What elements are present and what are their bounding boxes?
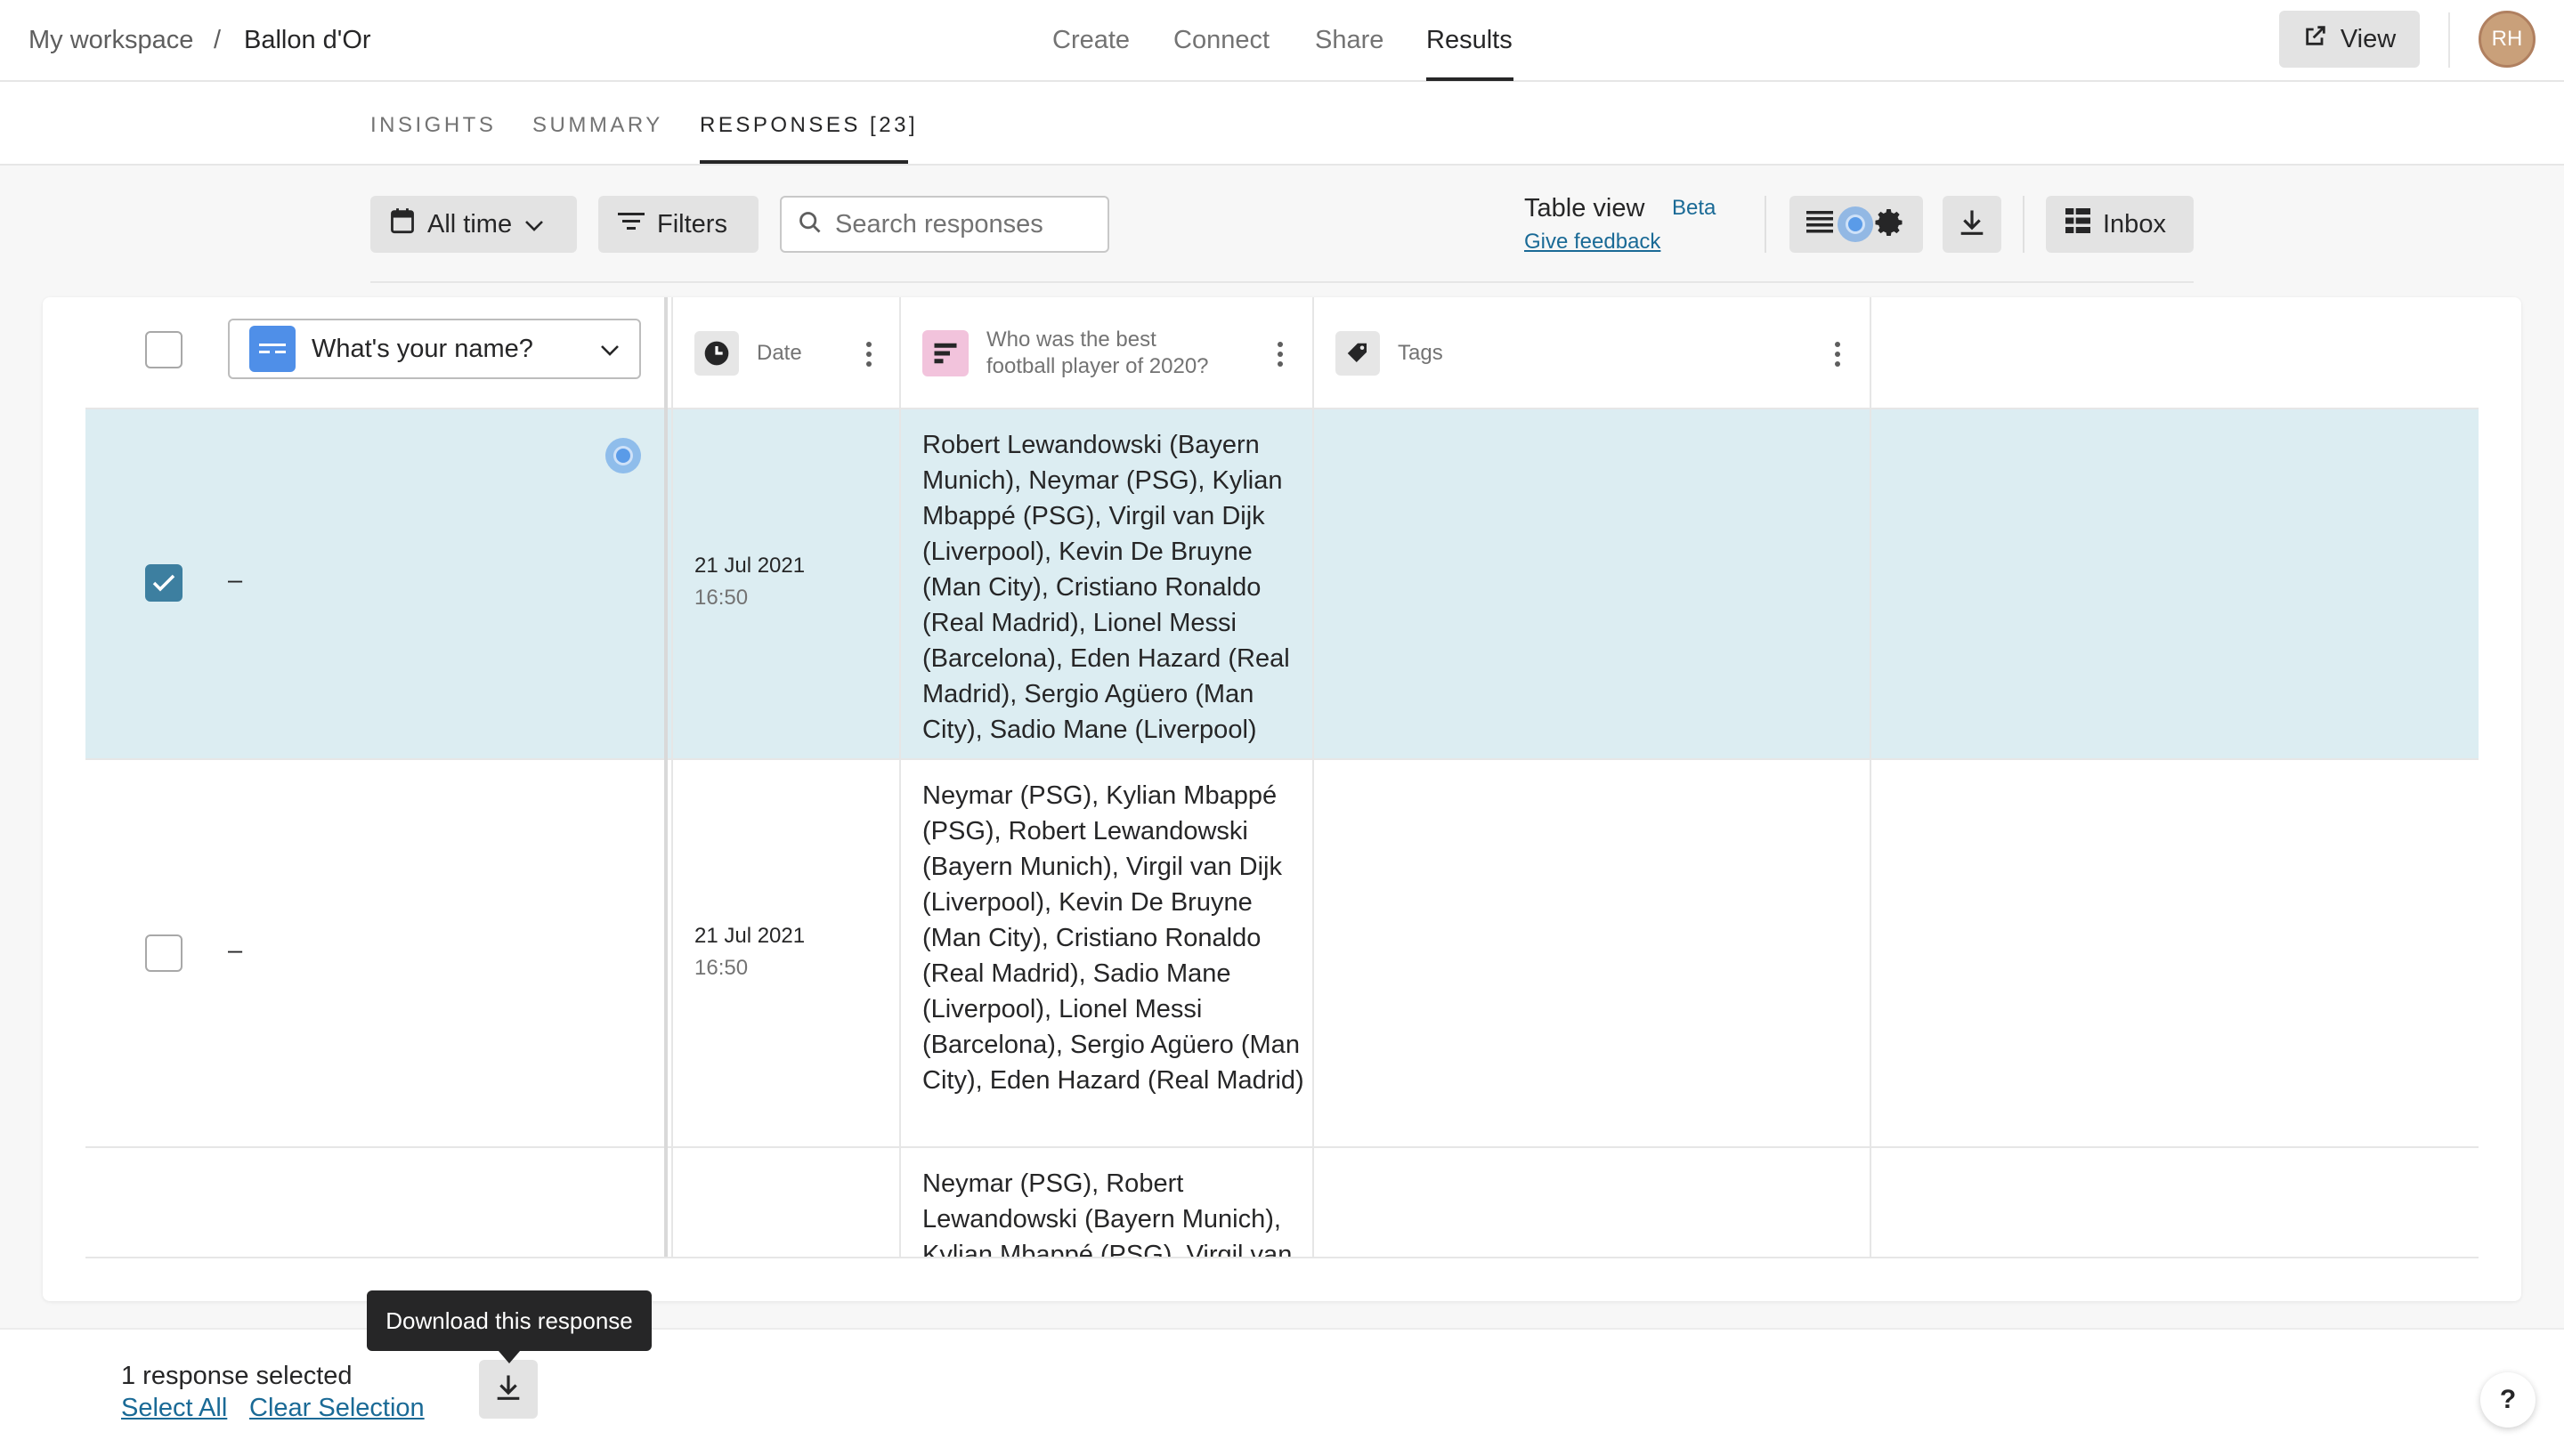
filter-icon	[618, 210, 645, 239]
response-date-day: 21 Jul 2021	[694, 554, 806, 578]
download-icon	[1959, 208, 1985, 241]
breadcrumb-form[interactable]: Ballon d'Or	[244, 25, 371, 55]
calendar-icon	[390, 207, 415, 241]
nav-results[interactable]: Results	[1426, 25, 1513, 55]
question-column-menu-icon[interactable]	[1277, 342, 1284, 370]
table-row[interactable]: – 21 Jul 2021 16:50 Robert Lewandowski (…	[85, 409, 2479, 760]
response-date: 21 Jul 2021 16:50	[694, 550, 805, 614]
respondent-name: –	[228, 566, 243, 595]
column-header-question[interactable]: Who was the best football player of 2020…	[922, 297, 1209, 409]
short-text-icon	[249, 326, 296, 372]
toolbar-divider-line	[370, 281, 2194, 283]
date-column-title: Date	[757, 341, 802, 365]
inbox-view-button[interactable]: Inbox	[2046, 196, 2194, 253]
question-column-title: Who was the best football player of 2020…	[986, 327, 1209, 380]
date-range-dropdown[interactable]: All time	[370, 196, 577, 253]
table-header: What's your name? Date Who was the best	[85, 297, 2479, 409]
table-row[interactable]: – 21 Jul 2021 16:50 Neymar (PSG), Kylian…	[85, 760, 2479, 1148]
nav-active-indicator	[1426, 77, 1513, 81]
name-column-select[interactable]: What's your name?	[228, 319, 641, 379]
nav-connect[interactable]: Connect	[1173, 25, 1270, 55]
response-date-day: 21 Jul 2021	[694, 924, 806, 948]
column-divider	[1870, 297, 1871, 1258]
view-button-label: View	[2340, 24, 2397, 53]
response-date-time: 16:50	[694, 956, 749, 980]
table-view-label: Table view	[1524, 194, 1645, 222]
help-button[interactable]: ?	[2480, 1372, 2536, 1428]
search-field[interactable]	[780, 196, 1109, 253]
nav-share[interactable]: Share	[1315, 25, 1383, 55]
beta-badge: Beta	[1672, 196, 1716, 220]
tab-summary[interactable]: SUMMARY	[532, 112, 663, 139]
column-header-date[interactable]: Date	[694, 297, 802, 409]
external-link-icon	[2303, 23, 2328, 55]
download-icon	[495, 1373, 522, 1406]
responses-table: What's your name? Date Who was the best	[85, 297, 2479, 1258]
respondent-name: –	[228, 936, 243, 965]
responses-table-card: What's your name? Date Who was the best	[43, 297, 2521, 1301]
avatar[interactable]: RH	[2479, 11, 2536, 68]
response-date-time: 16:50	[694, 586, 749, 610]
download-selected-button[interactable]	[479, 1360, 538, 1419]
search-input[interactable]	[835, 209, 1093, 239]
gear-icon[interactable]	[1874, 206, 1906, 243]
multiple-choice-icon	[922, 330, 969, 376]
column-divider	[671, 297, 673, 1258]
chevron-down-icon	[600, 335, 620, 364]
inbox-label: Inbox	[2103, 209, 2166, 239]
clock-icon	[694, 331, 739, 376]
cursor-indicator	[1838, 206, 1873, 242]
check-icon	[152, 574, 175, 592]
breadcrumb-workspace[interactable]: My workspace	[28, 25, 193, 55]
header-divider	[2448, 12, 2450, 68]
column-divider	[899, 297, 901, 1258]
tags-column-title: Tags	[1398, 341, 1443, 365]
response-answer: Neymar (PSG), Robert Lewandowski (Bayern…	[922, 1169, 1293, 1258]
toolbar-divider	[2023, 196, 2024, 253]
table-bottom-border	[85, 1257, 2479, 1258]
row-checkbox[interactable]	[145, 934, 183, 972]
clear-selection-link[interactable]: Clear Selection	[249, 1394, 425, 1423]
top-bar: My workspace / Ballon d'Or Create Connec…	[0, 0, 2564, 82]
response-answer: Neymar (PSG), Kylian Mbappé (PSG), Rober…	[922, 781, 1304, 1095]
give-feedback-link[interactable]: Give feedback	[1524, 230, 1660, 255]
select-all-link[interactable]: Select All	[121, 1394, 227, 1423]
tab-insights[interactable]: INSIGHTS	[370, 112, 496, 139]
question-title-line2: football player of 2020?	[986, 354, 1209, 378]
column-header-tags[interactable]: Tags	[1335, 297, 1443, 409]
tag-icon	[1335, 331, 1380, 376]
breadcrumb-separator: /	[214, 26, 222, 54]
frozen-column-divider[interactable]	[664, 297, 668, 1258]
search-icon	[798, 210, 823, 239]
response-date: 21 Jul 2021 16:50	[694, 920, 805, 984]
cursor-indicator	[605, 438, 641, 473]
grid-icon	[2065, 208, 2090, 240]
selected-count: 1 response selected	[121, 1362, 353, 1390]
question-title-line1: Who was the best	[986, 328, 1156, 352]
select-all-checkbox[interactable]	[145, 331, 183, 368]
table-row[interactable]: Neymar (PSG), Robert Lewandowski (Bayern…	[85, 1148, 2479, 1258]
filters-button[interactable]: Filters	[598, 196, 759, 253]
download-tooltip: Download this response	[367, 1290, 652, 1363]
chevron-down-icon	[524, 210, 544, 239]
column-divider	[1312, 297, 1314, 1258]
toolbar-divider	[1765, 196, 1766, 253]
tab-active-indicator	[700, 160, 908, 164]
list-icon	[1806, 209, 1833, 240]
nav-create[interactable]: Create	[1052, 25, 1130, 55]
name-column-label: What's your name?	[312, 334, 533, 363]
response-answer: Robert Lewandowski (Bayern Munich), Neym…	[922, 431, 1290, 744]
tab-responses[interactable]: RESPONSES [23]	[700, 112, 918, 139]
filters-label: Filters	[657, 209, 727, 239]
date-range-label: All time	[427, 209, 513, 239]
results-subtabs: INSIGHTS SUMMARY RESPONSES [23]	[0, 82, 2564, 166]
download-all-button[interactable]	[1943, 196, 2001, 253]
date-column-menu-icon[interactable]	[865, 342, 872, 370]
row-checkbox[interactable]	[145, 564, 183, 602]
tags-column-menu-icon[interactable]	[1834, 342, 1841, 370]
view-button[interactable]: View	[2279, 11, 2420, 68]
